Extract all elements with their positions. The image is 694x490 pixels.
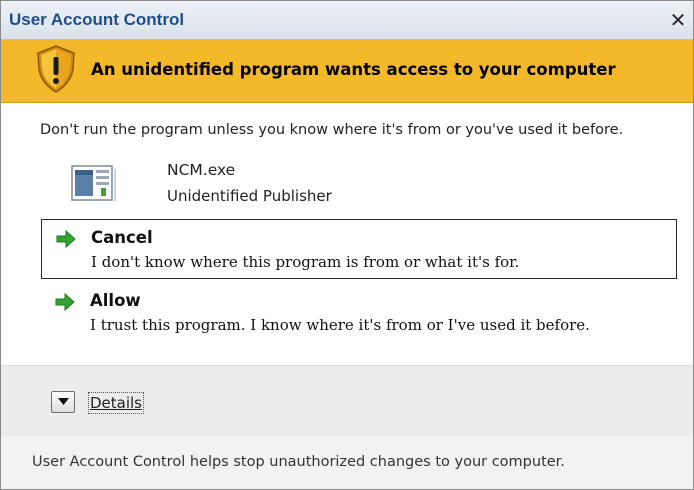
window-title: User Account Control — [9, 10, 185, 29]
cancel-option-description: I don't know where this program is from … — [91, 253, 520, 271]
footer: User Account Control helps stop unauthor… — [1, 436, 693, 489]
close-icon[interactable]: ✕ — [667, 9, 689, 31]
details-expand-button[interactable] — [51, 391, 75, 413]
title-bar: User Account Control ✕ — [1, 1, 693, 40]
program-name: NCM.exe — [167, 161, 236, 179]
warning-banner: An unidentified program wants access to … — [1, 40, 693, 103]
green-arrow-icon — [55, 292, 75, 312]
chevron-down-icon — [58, 398, 69, 405]
uac-dialog: User Account Control ✕ An unidentified p… — [0, 0, 694, 490]
green-arrow-icon — [56, 229, 76, 249]
allow-option-description: I trust this program. I know where it's … — [90, 316, 590, 334]
warning-shield-icon — [37, 45, 75, 93]
allow-option-title: Allow — [90, 291, 141, 310]
footer-text: User Account Control helps stop unauthor… — [32, 454, 565, 470]
cancel-option-title: Cancel — [91, 228, 153, 247]
warning-text: Don't run the program unless you know wh… — [40, 122, 624, 138]
allow-option[interactable]: Allow I trust this program. I know where… — [41, 283, 677, 343]
details-link[interactable]: Details — [87, 392, 145, 414]
dialog-content: Don't run the program unless you know wh… — [1, 103, 693, 365]
program-publisher: Unidentified Publisher — [167, 187, 332, 205]
cancel-option[interactable]: Cancel I don't know where this program i… — [41, 219, 677, 279]
banner-heading: An unidentified program wants access to … — [91, 60, 616, 79]
program-icon — [71, 165, 116, 201]
details-section: Details — [1, 365, 693, 437]
